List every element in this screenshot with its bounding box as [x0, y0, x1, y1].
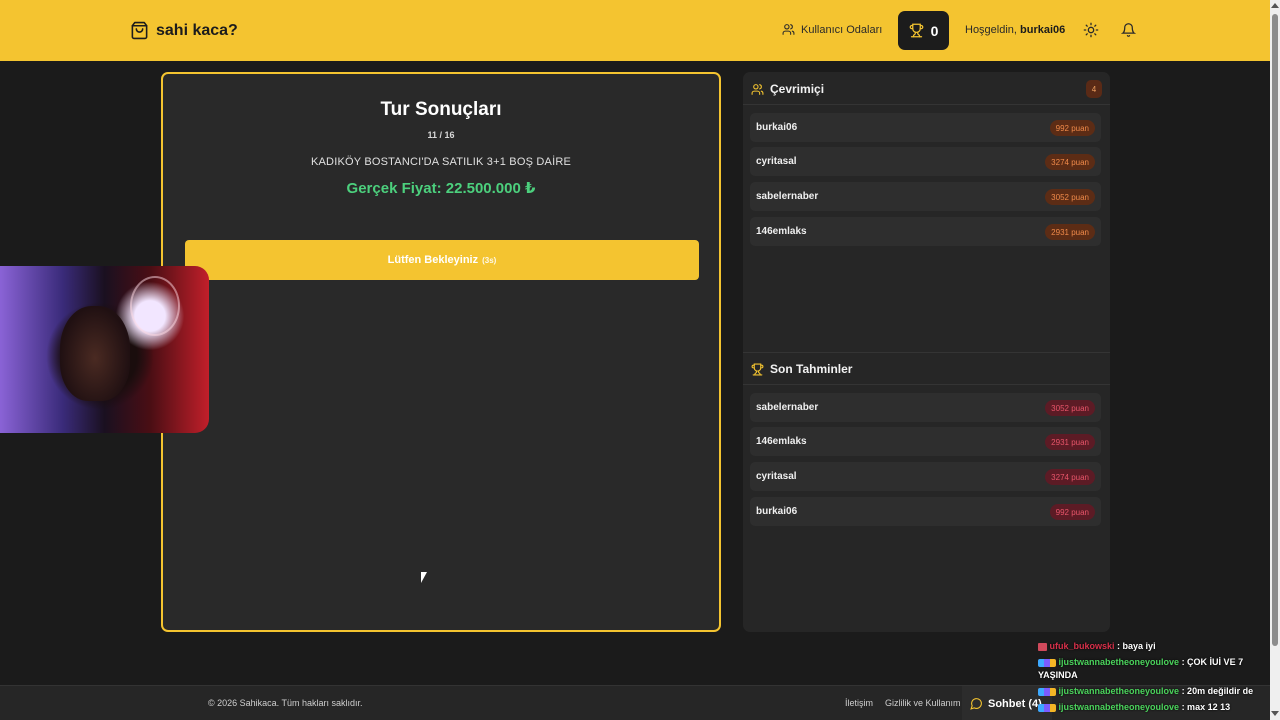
results-title: Tur Sonuçları [380, 99, 502, 120]
recent-guesses-header: Son Tahminler [751, 362, 852, 376]
round-results-card: Tur Sonuçları 11 / 16 KADIKÖY BOSTANCI'D… [161, 72, 721, 632]
webcam-background-art [130, 276, 180, 336]
user-name: cyritasal [756, 471, 797, 482]
stream-chat-message: ijustwannabetheoneyoulove : max 12 13 [1038, 701, 1270, 714]
webcam-overlay [0, 266, 209, 433]
top-navbar: sahi kaca? Kullanıcı Odaları 0 Hoşgeldin… [0, 0, 1270, 61]
users-icon [751, 83, 764, 95]
stream-chat-message: ijustwannabetheoneyoulove : 20m değildir… [1038, 685, 1270, 698]
trophy-button[interactable]: 0 [898, 11, 949, 50]
online-header: Çevrimiçi [751, 82, 824, 96]
scroll-up-arrow-icon[interactable] [1271, 3, 1279, 8]
user-name: sabelernaber [756, 191, 819, 202]
copyright-text: © 2026 Sahikaca. Tüm hakları saklıdır. [208, 698, 363, 708]
user-name: burkai06 [756, 506, 798, 517]
online-user-row[interactable]: 146emlaks 2931 puan [750, 217, 1101, 246]
guess-row[interactable]: 146emlaks 2931 puan [750, 427, 1101, 456]
user-points: 3274 puan [1045, 154, 1095, 170]
user-rooms-label: Kullanıcı Odaları [801, 23, 883, 36]
round-indicator: 11 / 16 [427, 130, 455, 140]
recent-guesses-title: Son Tahminler [770, 362, 853, 376]
wait-label: Lütfen Bekleyiniz [387, 254, 479, 266]
user-points: 2931 puan [1045, 434, 1095, 450]
sun-icon[interactable] [1083, 22, 1099, 38]
chat-username: ufuk_bukowski [1049, 641, 1115, 651]
guess-row[interactable]: cyritasal 3274 puan [750, 462, 1101, 491]
user-badges-icon [1038, 658, 1056, 667]
user-points: 3052 puan [1045, 400, 1095, 416]
chat-username: ijustwannabetheoneyoulove [1058, 686, 1180, 696]
mouse-cursor-icon [421, 572, 427, 583]
users-icon [782, 24, 795, 35]
user-rooms-link[interactable]: Kullanıcı Odaları [782, 23, 882, 36]
user-name: sabelernaber [756, 402, 819, 413]
online-user-row[interactable]: sabelernaber 3052 puan [750, 182, 1101, 211]
chat-username: ijustwannabetheoneyoulove [1058, 657, 1180, 667]
user-name: 146emlaks [756, 436, 807, 447]
user-badge-icon [1038, 642, 1047, 651]
trophy-icon [909, 23, 923, 38]
guesses-divider [743, 384, 1110, 385]
user-badges-icon [1038, 703, 1056, 712]
chat-username: ijustwannabetheoneyoulove [1058, 702, 1180, 712]
logo-text: sahi kaca? [156, 21, 238, 39]
chat-text: : max 12 13 [1181, 702, 1231, 712]
privacy-link[interactable]: Gizlilik ve Kullanım [885, 698, 963, 708]
section-divider [743, 352, 1110, 353]
user-points: 992 puan [1049, 504, 1095, 520]
property-title: KADIKÖY BOSTANCI'DA SATILIK 3+1 BOŞ DAİR… [310, 156, 572, 168]
online-title: Çevrimiçi [770, 82, 825, 96]
side-panel: Çevrimiçi 4 burkai06 992 puan cyritasal … [743, 72, 1110, 632]
online-user-row[interactable]: cyritasal 3274 puan [750, 147, 1101, 176]
online-divider [743, 104, 1110, 105]
chat-bubble-icon [970, 698, 982, 710]
welcome-text: Hoşgeldin, burkai06 [965, 24, 1065, 36]
logo[interactable]: sahi kaca? [130, 20, 238, 41]
please-wait-button[interactable]: Lütfen Bekleyiniz (3s) [185, 240, 699, 280]
user-points: 992 puan [1049, 120, 1095, 136]
wait-seconds: (3s) [482, 255, 497, 265]
user-name: 146emlaks [756, 226, 807, 237]
user-name: burkai06 [756, 122, 798, 133]
user-points: 3052 puan [1045, 189, 1095, 205]
online-count-badge: 4 [1086, 80, 1102, 98]
user-name: cyritasal [756, 156, 797, 167]
scroll-down-arrow-icon[interactable] [1271, 711, 1279, 716]
stream-chat-message: ijustwannabetheoneyoulove : ÇOK İUİ VE 7… [1038, 656, 1270, 682]
user-points: 2931 puan [1045, 224, 1095, 240]
chat-label: Sohbet (4) [988, 697, 1042, 710]
chat-text: : baya iyi [1117, 641, 1156, 651]
online-user-row[interactable]: burkai06 992 puan [750, 113, 1101, 142]
welcome-username: burkai06 [1020, 24, 1066, 36]
page-scrollbar-thumb[interactable] [1272, 14, 1278, 646]
stream-chat-message: ufuk_bukowski : baya iyi [1038, 640, 1270, 653]
contact-link[interactable]: İletişim [845, 698, 873, 708]
user-points: 3274 puan [1045, 469, 1095, 485]
guess-row[interactable]: sabelernaber 3052 puan [750, 393, 1101, 422]
real-price: Gerçek Fiyat: 22.500.000 ₺ [346, 180, 536, 197]
chat-text: : 20m değildir de [1181, 686, 1254, 696]
guess-row[interactable]: burkai06 992 puan [750, 497, 1101, 526]
trophy-icon [751, 363, 764, 375]
welcome-prefix: Hoşgeldin, [965, 24, 1017, 36]
webcam-person [60, 306, 130, 401]
trophy-count: 0 [930, 22, 939, 39]
bell-icon[interactable] [1121, 22, 1136, 38]
shopping-bag-icon [131, 21, 148, 40]
user-badges-icon [1038, 687, 1056, 696]
stream-chat-overlay: ufuk_bukowski : baya iyi ijustwannabethe… [1038, 640, 1270, 717]
